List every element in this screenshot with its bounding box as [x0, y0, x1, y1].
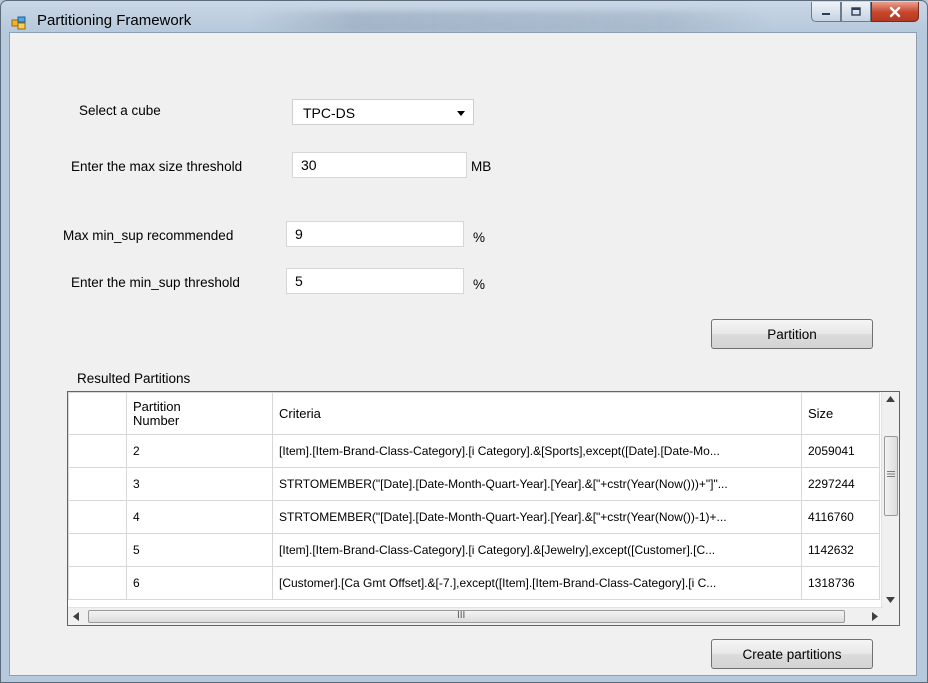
row-header-corner [68, 392, 127, 435]
select-cube-label: Select a cube [79, 103, 161, 118]
cell-criteria[interactable]: STRTOMEMBER("[Date].[Date-Month-Quart-Ye… [272, 500, 802, 534]
blurred-menu-area [251, 11, 771, 33]
partitions-grid[interactable]: Partition Number Criteria Size 2 [Item].… [67, 391, 900, 626]
cell-criteria[interactable]: STRTOMEMBER("[Date].[Date-Month-Quart-Ye… [272, 467, 802, 501]
cell-size[interactable]: 4116760 [801, 500, 880, 534]
create-partitions-button[interactable]: Create partitions [711, 639, 873, 669]
max-size-label: Enter the max size threshold [71, 159, 243, 174]
vertical-scroll-thumb[interactable] [884, 436, 898, 516]
table-row[interactable]: 4 STRTOMEMBER("[Date].[Date-Month-Quart-… [68, 500, 880, 534]
results-label: Resulted Partitions [77, 371, 191, 386]
cell-size[interactable]: 1142632 [801, 533, 880, 567]
row-header[interactable] [68, 434, 127, 468]
grip-icon: III [457, 610, 466, 621]
cell-size[interactable]: 2059041 [801, 434, 880, 468]
max-size-input[interactable] [292, 152, 467, 178]
close-icon [889, 6, 901, 17]
max-minsup-unit: % [473, 230, 486, 245]
row-header[interactable] [68, 467, 127, 501]
scroll-down-arrow-icon[interactable] [886, 597, 895, 603]
chevron-down-icon[interactable] [457, 111, 465, 116]
grid-viewport: Partition Number Criteria Size 2 [Item].… [68, 392, 883, 608]
row-header[interactable] [68, 500, 127, 534]
cell-size[interactable]: 2297244 [801, 467, 880, 501]
column-header-criteria[interactable]: Criteria [272, 392, 802, 435]
row-header[interactable] [68, 566, 127, 600]
cube-select-value: TPC-DS [303, 105, 356, 121]
minimize-icon [822, 12, 830, 15]
minimize-button[interactable] [811, 2, 841, 22]
column-header-number[interactable]: Partition Number [126, 392, 273, 435]
cell-criteria[interactable]: [Customer].[Ca Gmt Offset].&[-7.],except… [272, 566, 802, 600]
table-row[interactable]: 6 [Customer].[Ca Gmt Offset].&[-7.],exce… [68, 566, 880, 600]
header-row: Partition Number Criteria Size [68, 392, 880, 435]
cell-number[interactable]: 2 [126, 434, 273, 468]
grip-icon [887, 471, 895, 477]
scroll-corner [882, 608, 899, 625]
max-minsup-input[interactable] [286, 221, 464, 247]
horizontal-scrollbar[interactable]: III [68, 607, 883, 625]
horizontal-scroll-thumb[interactable]: III [88, 610, 845, 623]
window-title: Partitioning Framework [37, 12, 192, 29]
cell-number[interactable]: 6 [126, 566, 273, 600]
max-minsup-label: Max min_sup recommended [63, 228, 234, 243]
cell-number[interactable]: 5 [126, 533, 273, 567]
cell-criteria[interactable]: [Item].[Item-Brand-Class-Category].[i Ca… [272, 533, 802, 567]
column-header-size[interactable]: Size [801, 392, 880, 435]
minsup-label: Enter the min_sup threshold [71, 275, 240, 290]
row-header[interactable] [68, 533, 127, 567]
table-row[interactable]: 5 [Item].[Item-Brand-Class-Category].[i … [68, 533, 880, 567]
scroll-up-arrow-icon[interactable] [886, 396, 895, 402]
cell-number[interactable]: 3 [126, 467, 273, 501]
cell-criteria[interactable]: [Item].[Item-Brand-Class-Category].[i Ca… [272, 434, 802, 468]
max-size-unit: MB [471, 159, 492, 174]
minsup-unit: % [473, 277, 486, 292]
form-client-area: Select a cube TPC-DS Enter the max size … [9, 32, 917, 676]
window-controls [811, 2, 919, 22]
app-window: Partitioning Framework Select a cube TPC… [0, 0, 928, 683]
scroll-left-arrow-icon[interactable] [73, 612, 79, 621]
table-row[interactable]: 2 [Item].[Item-Brand-Class-Category].[i … [68, 434, 880, 468]
minsup-input[interactable] [286, 268, 464, 294]
maximize-icon [851, 6, 861, 16]
close-button[interactable] [871, 2, 919, 22]
scroll-right-arrow-icon[interactable] [872, 612, 878, 621]
vertical-scrollbar[interactable] [881, 392, 899, 608]
cell-size[interactable]: 1318736 [801, 566, 880, 600]
partitions-table: Partition Number Criteria Size 2 [Item].… [68, 392, 880, 600]
maximize-button[interactable] [841, 2, 871, 22]
partition-button[interactable]: Partition [711, 319, 873, 349]
cell-number[interactable]: 4 [126, 500, 273, 534]
table-row[interactable]: 3 STRTOMEMBER("[Date].[Date-Month-Quart-… [68, 467, 880, 501]
app-form-icon [11, 16, 26, 30]
cube-select[interactable]: TPC-DS [292, 99, 474, 125]
